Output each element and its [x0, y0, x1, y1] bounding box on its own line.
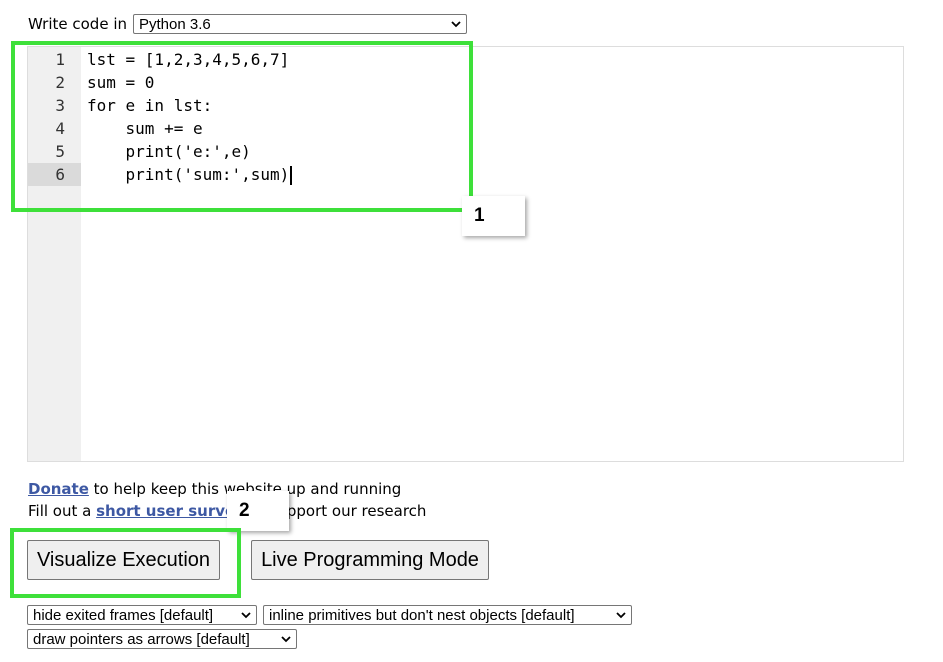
chevron-down-icon — [451, 21, 461, 28]
pointers-select-value: draw pointers as arrows [default] — [33, 630, 250, 648]
survey-link[interactable]: short user survey — [96, 502, 245, 520]
frames-select[interactable]: hide exited frames [default] — [27, 605, 257, 625]
chevron-down-icon — [281, 636, 291, 643]
language-select[interactable]: Python 3.6 — [133, 14, 467, 34]
line-number: 3 — [55, 96, 65, 115]
line-number-gutter: 1 2 3 4 5 6 — [28, 47, 81, 461]
line-number: 5 — [55, 142, 65, 161]
line-number: 4 — [55, 119, 65, 138]
code-editor[interactable]: 1 2 3 4 5 6 lst = [1,2,3,4,5,6,7] sum = … — [27, 46, 904, 462]
donate-link[interactable]: Donate — [28, 480, 89, 498]
language-row: Write code in Python 3.6 — [28, 13, 467, 35]
language-label: Write code in — [28, 15, 127, 33]
line-number: 1 — [55, 50, 65, 69]
code-text: lst = [1,2,3,4,5,6,7] — [87, 50, 290, 69]
code-text: for e in lst: — [87, 96, 213, 115]
callout-1: 1 — [462, 196, 525, 236]
frames-select-value: hide exited frames [default] — [33, 606, 214, 624]
code-text: sum += e — [87, 119, 203, 138]
donate-line: Donate to help keep this website up and … — [28, 480, 401, 498]
visualize-execution-button[interactable]: Visualize Execution — [27, 540, 220, 580]
survey-prefix: Fill out a — [28, 502, 97, 520]
live-programming-button[interactable]: Live Programming Mode — [251, 540, 489, 580]
chevron-down-icon — [241, 612, 251, 619]
primitives-select-value: inline primitives but don't nest objects… — [269, 606, 575, 624]
text-cursor — [290, 166, 293, 185]
chevron-down-icon — [616, 612, 626, 619]
line-number-active: 6 — [28, 163, 81, 186]
code-line: for e in lst: — [87, 94, 292, 117]
code-line: lst = [1,2,3,4,5,6,7] — [87, 48, 292, 71]
code-line: print('sum:',sum) — [87, 163, 293, 186]
code-line: sum += e — [87, 117, 292, 140]
callout-2: 2 — [227, 491, 289, 531]
code-line: sum = 0 — [87, 71, 292, 94]
code-text: sum = 0 — [87, 73, 155, 92]
primitives-select[interactable]: inline primitives but don't nest objects… — [263, 605, 632, 625]
pointers-select[interactable]: draw pointers as arrows [default] — [27, 629, 297, 649]
code-text: print('e:',e) — [87, 142, 251, 161]
language-select-value: Python 3.6 — [139, 15, 211, 33]
code-area[interactable]: lst = [1,2,3,4,5,6,7] sum = 0 for e in l… — [87, 48, 293, 186]
line-number: 2 — [55, 73, 65, 92]
code-text: print('sum:',sum) — [87, 165, 290, 184]
code-line: print('e:',e) — [87, 140, 292, 163]
